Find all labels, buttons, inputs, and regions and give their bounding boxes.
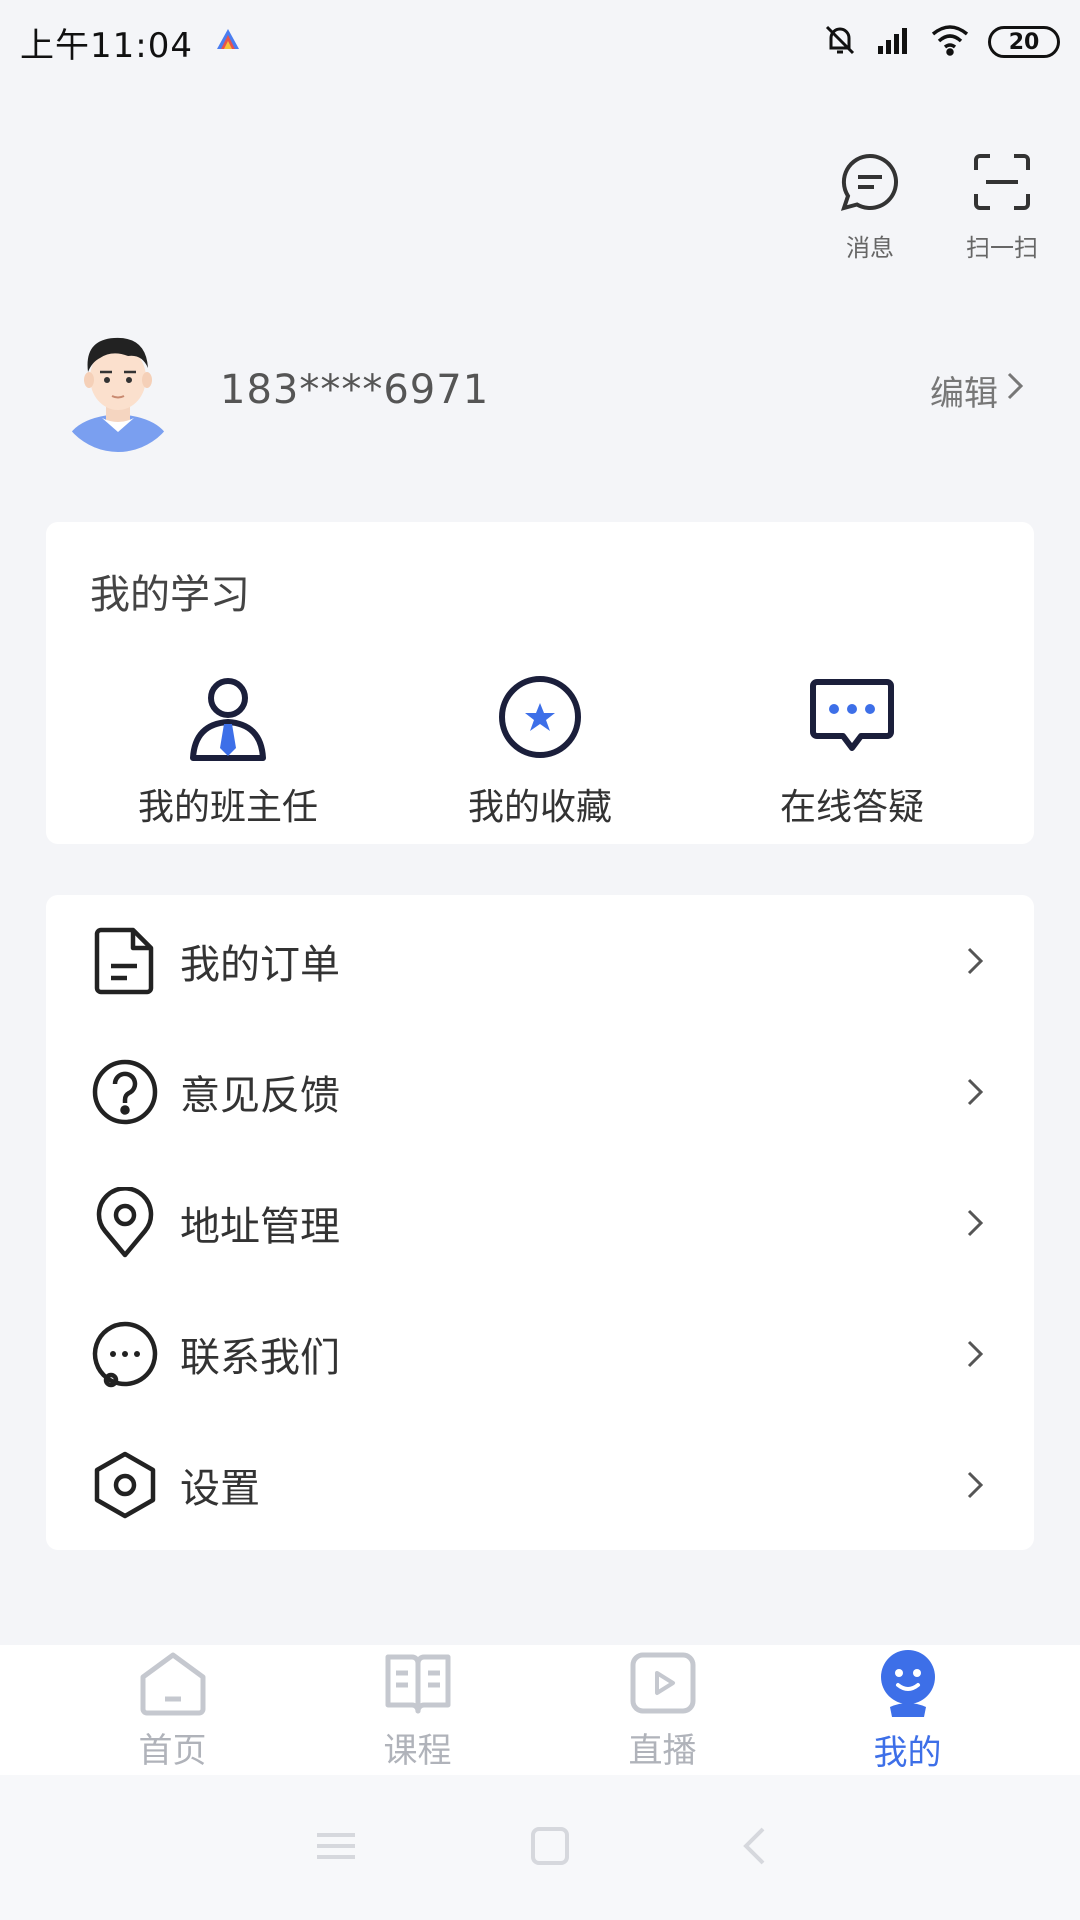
online-qa-icon — [807, 672, 897, 766]
mute-bell-icon — [822, 22, 858, 62]
wifi-icon — [930, 24, 970, 60]
home-square-icon[interactable] — [529, 1825, 571, 1871]
scan-button[interactable]: 扫一扫 — [964, 150, 1040, 263]
tab-mine[interactable]: 我的 — [848, 1647, 968, 1774]
mine-face-icon — [872, 1647, 944, 1723]
tab-label-mine: 我的 — [873, 1732, 942, 1773]
order-document-icon — [90, 926, 160, 996]
edit-label: 编辑 — [930, 373, 998, 414]
feedback-question-icon — [90, 1057, 160, 1127]
chevron-right-icon — [960, 1077, 990, 1107]
battery-indicator: 20 — [988, 26, 1060, 58]
avatar[interactable] — [56, 328, 180, 452]
favorites-button[interactable]: 我的收藏 — [440, 672, 640, 830]
profile-header: 183****6971 编辑 — [56, 315, 1036, 465]
menu-label-address: 地址管理 — [180, 1203, 340, 1250]
location-pin-icon — [90, 1186, 160, 1258]
system-nav-bar — [0, 1775, 1080, 1920]
live-play-icon — [627, 1649, 699, 1721]
scan-label: 扫一扫 — [966, 234, 1038, 262]
menu-item-settings[interactable]: 设置 — [90, 1419, 990, 1550]
home-icon — [137, 1649, 209, 1721]
edit-profile-button[interactable]: 编辑 — [930, 366, 1024, 415]
course-book-icon — [382, 1649, 454, 1721]
online-qa-button[interactable]: 在线答疑 — [752, 672, 952, 830]
chevron-right-icon — [960, 1470, 990, 1500]
menu-item-contact[interactable]: 联系我们 — [90, 1288, 990, 1419]
menu-item-orders[interactable]: 我的订单 — [90, 895, 990, 1026]
tab-courses[interactable]: 课程 — [358, 1649, 478, 1772]
menu-label-contact: 联系我们 — [180, 1334, 340, 1381]
chevron-right-icon — [960, 1208, 990, 1238]
my-study-card: 我的学习 我的班主任 我的收藏 在线答疑 — [46, 522, 1034, 844]
menu-item-address[interactable]: 地址管理 — [90, 1157, 990, 1288]
status-bar: 上午11:04 20 — [0, 0, 1080, 84]
menu-card: 我的订单 意见反馈 地址管理 联系我们 设置 — [46, 895, 1034, 1550]
study-title: 我的学习 — [90, 572, 250, 618]
tab-label-live: 直播 — [628, 1730, 697, 1771]
user-phone: 183****6971 — [220, 367, 490, 413]
tab-home[interactable]: 首页 — [113, 1649, 233, 1772]
top-actions: 消息 扫一扫 — [832, 150, 1040, 263]
settings-hexagon-icon — [90, 1450, 160, 1520]
message-icon — [838, 150, 902, 218]
chevron-right-icon — [960, 946, 990, 976]
bottom-tab-bar: 首页 课程 直播 我的 — [0, 1645, 1080, 1775]
back-chevron-icon[interactable] — [741, 1825, 767, 1871]
chevron-right-icon — [1006, 370, 1024, 410]
menu-label-feedback: 意见反馈 — [180, 1072, 340, 1119]
chevron-right-icon — [960, 1339, 990, 1369]
online-qa-label: 在线答疑 — [779, 787, 924, 828]
menu-label-orders: 我的订单 — [180, 941, 340, 988]
status-time: 上午11:04 — [20, 25, 193, 66]
menu-lines-icon[interactable] — [313, 1829, 359, 1867]
messages-button[interactable]: 消息 — [832, 150, 908, 263]
scan-icon — [970, 150, 1034, 218]
menu-item-feedback[interactable]: 意见反馈 — [90, 1026, 990, 1157]
contact-chat-icon — [90, 1319, 160, 1389]
battery-level: 20 — [1008, 29, 1040, 55]
tab-live[interactable]: 直播 — [603, 1649, 723, 1772]
favorites-star-icon — [495, 672, 585, 766]
messages-label: 消息 — [846, 234, 894, 262]
favorites-label: 我的收藏 — [467, 787, 612, 828]
head-teacher-label: 我的班主任 — [137, 787, 318, 828]
app-notification-icon — [215, 27, 241, 57]
head-teacher-icon — [183, 672, 273, 766]
signal-icon — [876, 24, 912, 60]
menu-label-settings: 设置 — [180, 1465, 260, 1512]
tab-label-home: 首页 — [138, 1730, 207, 1771]
head-teacher-button[interactable]: 我的班主任 — [128, 672, 328, 830]
tab-label-courses: 课程 — [383, 1730, 452, 1771]
